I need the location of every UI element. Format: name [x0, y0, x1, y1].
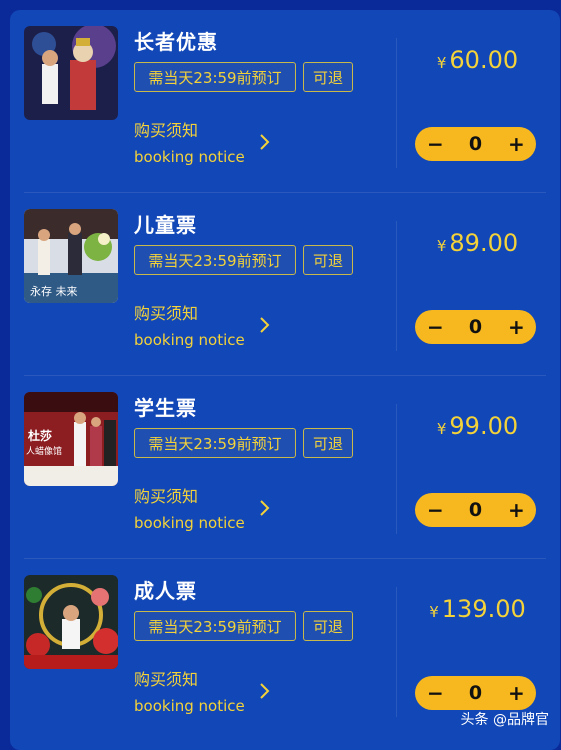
deadline-badge: 需当天23:59前预订: [134, 428, 296, 458]
svg-text:永存 未来: 永存 未来: [30, 284, 78, 298]
booking-notice-cn: 购买须知: [134, 121, 199, 140]
price-value: 60.00: [449, 46, 519, 74]
column-divider: [396, 38, 397, 168]
deadline-badge: 需当天23:59前预订: [134, 62, 296, 92]
currency-symbol: ¥: [436, 54, 447, 72]
ticket-item-student: 杜莎 人蜡像馆 学生票 需当天23:59前预订 可退 购买须知 booking …: [10, 376, 560, 559]
booking-notice-cn: 购买须知: [134, 304, 199, 323]
booking-notice-en: booking notice: [134, 697, 245, 715]
ticket-name: 儿童票: [134, 213, 197, 237]
deadline-badge: 需当天23:59前预订: [134, 245, 296, 275]
refundable-badge: 可退: [303, 62, 353, 92]
ticket-thumbnail: [24, 575, 118, 669]
ticket-name: 长者优惠: [134, 30, 218, 54]
increment-button[interactable]: +: [508, 315, 525, 339]
price-value: 139.00: [441, 595, 526, 623]
watermark-text: 头条 @品牌官: [460, 712, 549, 728]
booking-notice-link[interactable]: 购买须知 booking notice: [134, 118, 245, 170]
refundable-badge: 可退: [303, 428, 353, 458]
column-divider: [396, 587, 397, 717]
booking-notice-en: booking notice: [134, 331, 245, 349]
svg-text:杜莎: 杜莎: [28, 428, 52, 443]
booking-notice-link[interactable]: 购买须知 booking notice: [134, 301, 245, 353]
column-divider: [396, 221, 397, 351]
decrement-button[interactable]: −: [427, 498, 444, 522]
ticket-thumbnail: 杜莎 人蜡像馆: [24, 392, 118, 486]
svg-text:人蜡像馆: 人蜡像馆: [26, 445, 62, 457]
increment-button[interactable]: +: [508, 132, 525, 156]
currency-symbol: ¥: [436, 237, 447, 255]
increment-button[interactable]: +: [508, 498, 525, 522]
decrement-button[interactable]: −: [427, 315, 444, 339]
quantity-stepper: − 0 +: [415, 310, 536, 344]
ticket-name: 成人票: [134, 579, 197, 603]
currency-symbol: ¥: [436, 420, 447, 438]
ticket-item-senior: 长者优惠 需当天23:59前预订 可退 购买须知 booking notice …: [10, 10, 560, 193]
quantity-value: 0: [468, 316, 483, 338]
refundable-badge: 可退: [303, 611, 353, 641]
quantity-stepper: − 0 +: [415, 676, 536, 710]
price-value: 89.00: [449, 229, 519, 257]
ticket-item-child: 永存 未来 儿童票 需当天23:59前预订 可退 购买须知 booking no…: [10, 193, 560, 376]
booking-notice-en: booking notice: [134, 148, 245, 166]
booking-notice-cn: 购买须知: [134, 670, 199, 689]
refundable-badge: 可退: [303, 245, 353, 275]
booking-notice-link[interactable]: 购买须知 booking notice: [134, 667, 245, 719]
booking-notice-link[interactable]: 购买须知 booking notice: [134, 484, 245, 536]
column-divider: [396, 404, 397, 534]
decrement-button[interactable]: −: [427, 681, 444, 705]
quantity-value: 0: [468, 133, 483, 155]
increment-button[interactable]: +: [508, 681, 525, 705]
quantity-stepper: − 0 +: [415, 493, 536, 527]
quantity-value: 0: [468, 499, 483, 521]
chevron-right-icon[interactable]: [256, 315, 274, 335]
ticket-price: ¥89.00: [410, 229, 545, 257]
chevron-right-icon[interactable]: [256, 681, 274, 701]
booking-notice-en: booking notice: [134, 514, 245, 532]
ticket-thumbnail: 永存 未来: [24, 209, 118, 303]
decrement-button[interactable]: −: [427, 132, 444, 156]
ticket-price: ¥99.00: [410, 412, 545, 440]
chevron-right-icon[interactable]: [256, 498, 274, 518]
currency-symbol: ¥: [429, 603, 439, 621]
ticket-price: ¥139.00: [410, 595, 545, 623]
price-value: 99.00: [449, 412, 519, 440]
ticket-price: ¥60.00: [410, 46, 545, 74]
ticket-list-panel: 长者优惠 需当天23:59前预订 可退 购买须知 booking notice …: [10, 10, 560, 750]
deadline-badge: 需当天23:59前预订: [134, 611, 296, 641]
ticket-thumbnail: [24, 26, 118, 120]
ticket-name: 学生票: [134, 396, 197, 420]
quantity-stepper: − 0 +: [415, 127, 536, 161]
booking-notice-cn: 购买须知: [134, 487, 199, 506]
chevron-right-icon[interactable]: [256, 132, 274, 152]
quantity-value: 0: [468, 682, 483, 704]
